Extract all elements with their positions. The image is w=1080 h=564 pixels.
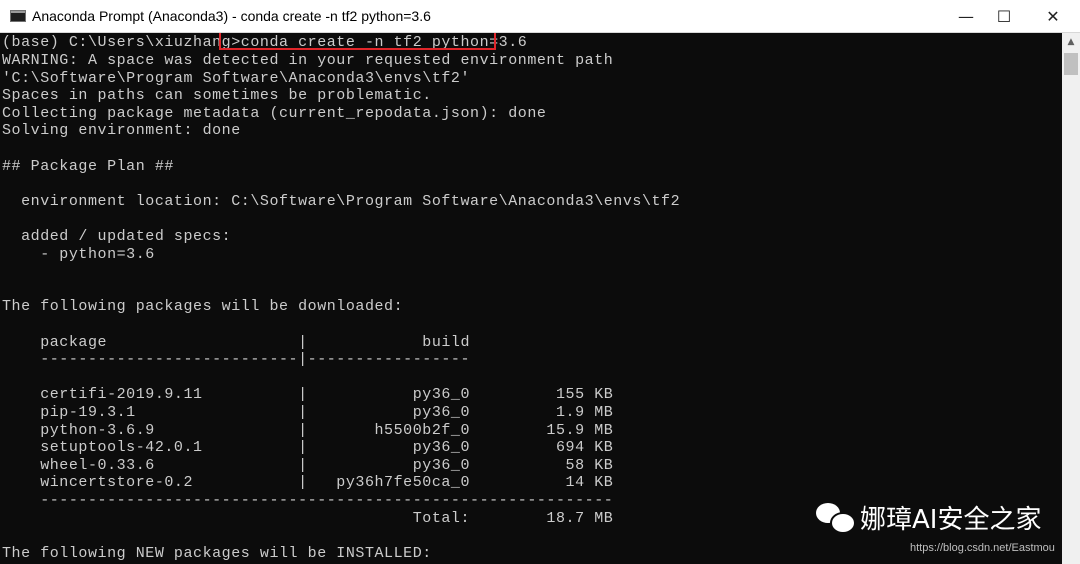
watermark-url: https://blog.csdn.net/Eastmou xyxy=(910,542,1055,554)
console-line: - python=3.6 xyxy=(2,245,155,263)
console-line: Spaces in paths can sometimes be problem… xyxy=(2,87,432,105)
console-line: setuptools-42.0.1 | py36_0 694 KB xyxy=(2,439,614,457)
title-bar[interactable]: Anaconda Prompt (Anaconda3) - conda crea… xyxy=(0,0,1080,33)
console-line: wheel-0.33.6 | py36_0 58 KB xyxy=(2,456,614,474)
watermark-text: 娜璋AI安全之家 xyxy=(860,504,1042,535)
console-line: wincertstore-0.2 | py36h7fe50ca_0 14 KB xyxy=(2,474,614,492)
console-line: Solving environment: done xyxy=(2,122,241,140)
scroll-up-arrow-icon[interactable]: ▲ xyxy=(1062,33,1080,51)
prompt-path: (base) C:\Users\xiuzhang> xyxy=(2,34,241,51)
console-line: package | build xyxy=(2,333,471,351)
command-highlight-box xyxy=(219,33,496,50)
watermark: 娜璋AI安全之家 xyxy=(816,497,1041,537)
console-line: 'C:\Software\Program Software\Anaconda3\… xyxy=(2,69,471,87)
console-line: The following packages will be downloade… xyxy=(2,298,404,316)
wechat-icon xyxy=(816,501,856,534)
console-line: added / updated specs: xyxy=(2,228,232,245)
console-line: ---------------------------|------------… xyxy=(2,351,471,369)
console-line: ## Package Plan ## xyxy=(2,157,174,175)
console-line: certifi-2019.9.11 | py36_0 155 KB xyxy=(2,386,614,404)
console-line: Total: 18.7 MB xyxy=(2,509,614,527)
window-title: Anaconda Prompt (Anaconda3) - conda crea… xyxy=(32,8,431,24)
scrollbar-thumb[interactable] xyxy=(1064,53,1078,75)
console-line: ----------------------------------------… xyxy=(2,492,614,509)
console-line: The following NEW packages will be INSTA… xyxy=(2,544,432,562)
maximize-button[interactable]: ☐ xyxy=(981,0,1027,33)
vertical-scrollbar[interactable]: ▲ xyxy=(1062,33,1080,564)
terminal-icon xyxy=(10,10,26,22)
console-line: pip-19.3.1 | py36_0 1.9 MB xyxy=(2,404,614,421)
console-output[interactable]: (base) C:\Users\xiuzhang>conda create -n… xyxy=(0,33,1062,564)
console-line: environment location: C:\Software\Progra… xyxy=(2,192,681,210)
console-line: python-3.6.9 | h5500b2f_0 15.9 MB xyxy=(2,421,614,439)
console-line: Collecting package metadata (current_rep… xyxy=(2,104,547,122)
close-button[interactable]: ✕ xyxy=(1030,0,1076,33)
console-line: WARNING: A space was detected in your re… xyxy=(2,52,614,69)
